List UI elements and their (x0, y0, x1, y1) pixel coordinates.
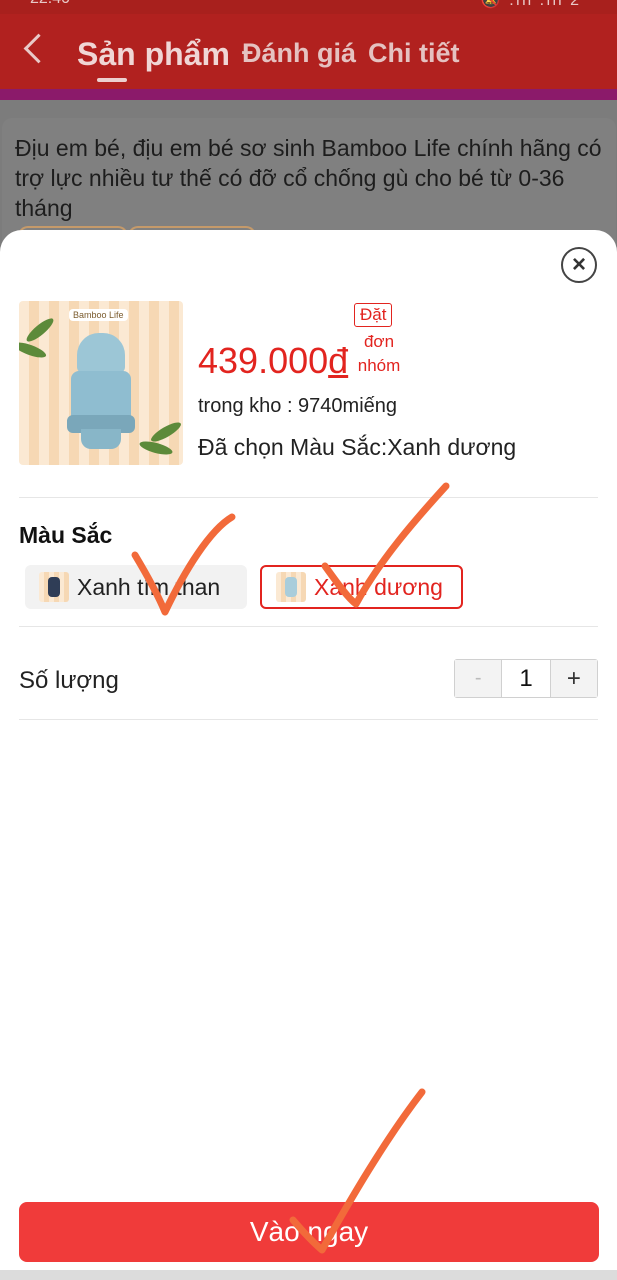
color-option-label: Xanh tím than (77, 573, 221, 600)
color-option-blue[interactable]: Xanh dương (260, 565, 463, 609)
color-thumbnail (39, 572, 69, 602)
status-time: 22:40 (30, 0, 70, 8)
tab-details[interactable]: Chi tiết (368, 38, 460, 69)
bottom-strip (0, 1270, 617, 1280)
group-order-badge: Đặt (354, 303, 393, 327)
color-option-navy[interactable]: Xanh tím than (25, 565, 247, 609)
top-header: Sản phẩm Đánh giá Chi tiết (0, 14, 617, 90)
divider (19, 719, 598, 720)
divider (19, 497, 598, 498)
tab-product[interactable]: Sản phẩm (77, 36, 230, 73)
stock-info: trong kho : 9740miếng (198, 395, 398, 417)
color-option-label: Xanh dương (314, 573, 443, 600)
currency-symbol: đ (328, 340, 349, 381)
baby-carrier-illustration (67, 329, 135, 451)
back-arrow-icon[interactable] (23, 33, 54, 64)
quantity-stepper: - 1 + (454, 659, 598, 698)
product-image: Bamboo Life (19, 301, 183, 465)
brand-logo: Bamboo Life (69, 309, 128, 321)
status-bar: 22:40 🔕 .ıll .ıll 2 (0, 0, 617, 14)
buy-now-button[interactable]: Vào ngay (19, 1202, 599, 1262)
quantity-value[interactable]: 1 (501, 660, 551, 697)
background-product-title: Địu em bé, địu em bé sơ sinh Bamboo Life… (15, 135, 602, 221)
tab-reviews[interactable]: Đánh giá (242, 38, 356, 69)
status-icons: 🔕 .ıll .ıll 2 (480, 0, 581, 9)
color-thumbnail (276, 572, 306, 602)
quantity-label: Số lượng (19, 667, 119, 694)
selected-variant-text: Đã chọn Màu Sắc:Xanh dương (198, 434, 517, 460)
group-order-text: đơn nhóm (357, 332, 401, 375)
close-icon[interactable]: × (561, 247, 597, 283)
divider (19, 626, 598, 627)
product-price: 439.000đ (198, 340, 349, 381)
color-section-title: Màu Sắc (19, 522, 113, 548)
active-tab-indicator (97, 78, 127, 82)
decrease-button[interactable]: - (455, 660, 502, 697)
header-divider (0, 89, 617, 100)
increase-button[interactable]: + (550, 660, 598, 697)
